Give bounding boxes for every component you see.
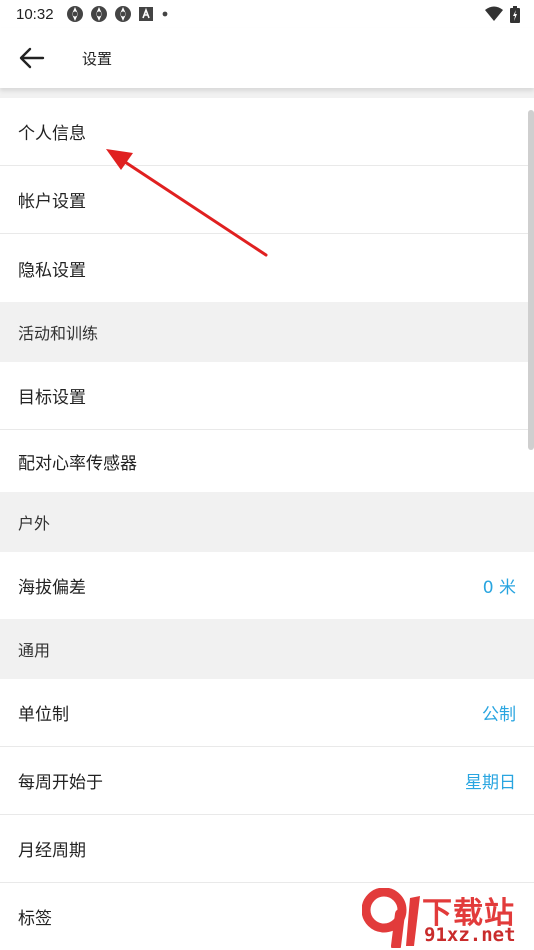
unit-system-label: 单位制 <box>18 705 69 725</box>
status-bar: 10:32 <box>0 0 534 28</box>
menstrual-cycle-label: 月经周期 <box>18 841 86 861</box>
privacy-settings-item[interactable]: 隐私设置 <box>0 234 534 302</box>
pair-hr-sensor-label: 配对心率传感器 <box>18 453 137 474</box>
goal-settings-item[interactable]: 目标设置 <box>0 362 534 430</box>
unit-system-value: 公制 <box>482 705 516 725</box>
altitude-offset-item[interactable]: 海拔偏差 0 米 <box>0 552 534 619</box>
altitude-offset-label: 海拔偏差 <box>18 578 86 598</box>
section-header-activity: 活动和训练 <box>0 302 534 362</box>
notification-icons <box>66 5 170 23</box>
privacy-settings-label: 隐私设置 <box>18 260 86 281</box>
arrow-left-icon <box>19 47 45 69</box>
personal-info-item[interactable]: 个人信息 <box>0 98 534 166</box>
battery-charging-icon <box>510 5 520 23</box>
watermark-logo <box>362 888 420 948</box>
watermark: 下载站 91xz.net <box>362 886 532 950</box>
watermark-url: 91xz.net <box>424 924 516 946</box>
system-icons <box>484 5 520 23</box>
toolbar: 设置 <box>0 28 534 88</box>
section-header-outdoor: 户外 <box>0 492 534 552</box>
section-general-label: 通用 <box>18 641 51 660</box>
dot-icon <box>162 11 167 17</box>
wifi-icon <box>485 6 503 21</box>
page-title: 设置 <box>82 49 113 68</box>
account-settings-label: 帐户设置 <box>18 192 86 212</box>
section-outdoor-label: 户外 <box>18 514 51 533</box>
back-button[interactable] <box>2 28 62 88</box>
section-activity-label: 活动和训练 <box>18 324 99 343</box>
goal-settings-label: 目标设置 <box>18 388 86 408</box>
week-start-value: 星期日 <box>465 773 516 793</box>
altitude-offset-value: 0 米 <box>482 578 516 598</box>
aperture-icon <box>90 6 107 22</box>
status-time: 10:32 <box>16 5 54 23</box>
section-header-general: 通用 <box>0 619 534 679</box>
tags-label: 标签 <box>18 909 52 929</box>
scrollbar[interactable] <box>528 110 534 450</box>
aperture-icon <box>114 6 131 22</box>
settings-list: 个人信息 帐户设置 隐私设置 活动和训练 目标设置 配对心率传感器 户外 海拔偏… <box>0 88 534 950</box>
pair-hr-sensor-item[interactable]: 配对心率传感器 <box>0 430 534 492</box>
menstrual-cycle-item[interactable]: 月经周期 <box>0 815 534 883</box>
week-start-item[interactable]: 每周开始于 星期日 <box>0 747 534 815</box>
week-start-label: 每周开始于 <box>18 773 103 793</box>
aperture-icon <box>66 6 83 22</box>
a-box-icon <box>138 7 153 21</box>
account-settings-item[interactable]: 帐户设置 <box>0 166 534 234</box>
list-top-spacer <box>0 88 534 98</box>
personal-info-label: 个人信息 <box>18 124 86 144</box>
unit-system-item[interactable]: 单位制 公制 <box>0 679 534 747</box>
